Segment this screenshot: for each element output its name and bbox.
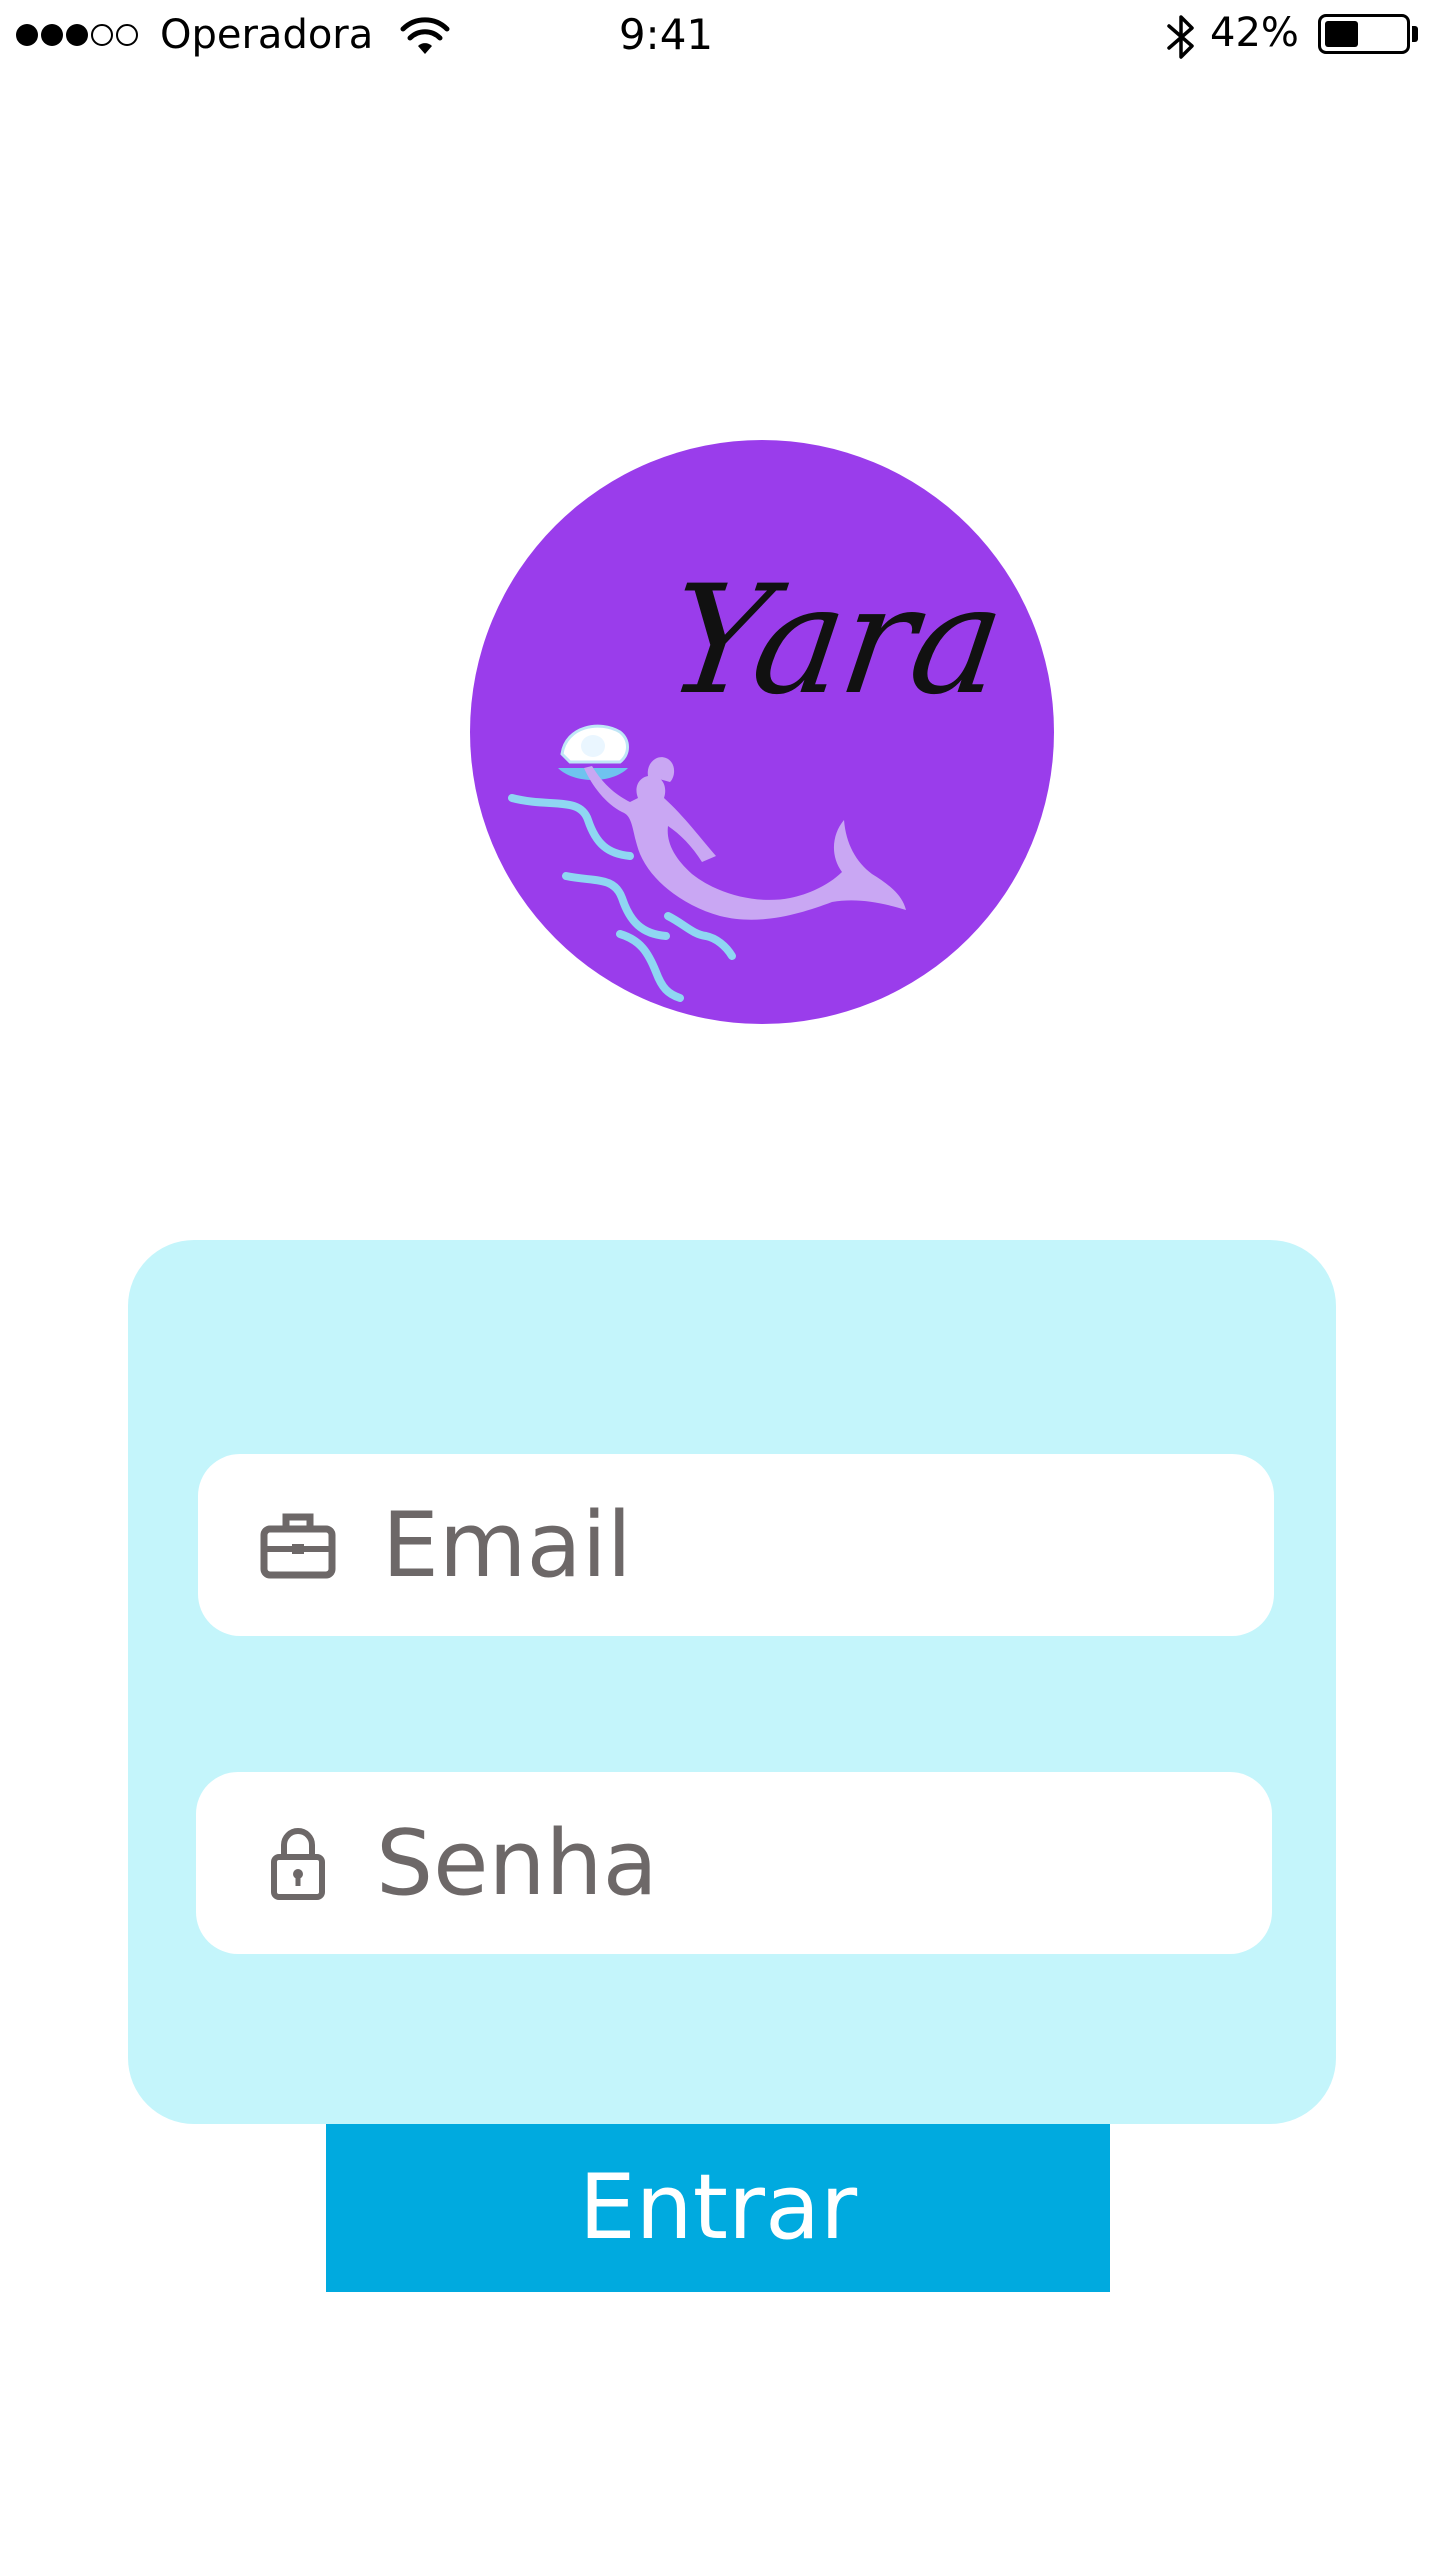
status-bar: Operadora 9:41 42% (0, 0, 1440, 70)
battery-percentage: 42% (1210, 10, 1299, 56)
logo-artwork (470, 440, 1054, 1024)
email-input[interactable] (382, 1454, 1242, 1636)
login-button[interactable]: Entrar (326, 2124, 1110, 2292)
password-input[interactable] (376, 1772, 1236, 1954)
status-time: 9:41 (618, 10, 714, 59)
battery-level-fill (1325, 21, 1358, 47)
battery-icon (1318, 14, 1410, 54)
password-field[interactable] (196, 1772, 1272, 1954)
lock-icon (271, 1828, 325, 1900)
login-card (128, 1240, 1336, 2124)
briefcase-icon (260, 1513, 336, 1579)
app-logo: Yara (470, 436, 1054, 1030)
logo-wordmark: Yara (657, 554, 1013, 728)
email-field[interactable] (198, 1454, 1274, 1636)
bluetooth-icon (1167, 15, 1194, 59)
battery-cap (1412, 26, 1418, 42)
